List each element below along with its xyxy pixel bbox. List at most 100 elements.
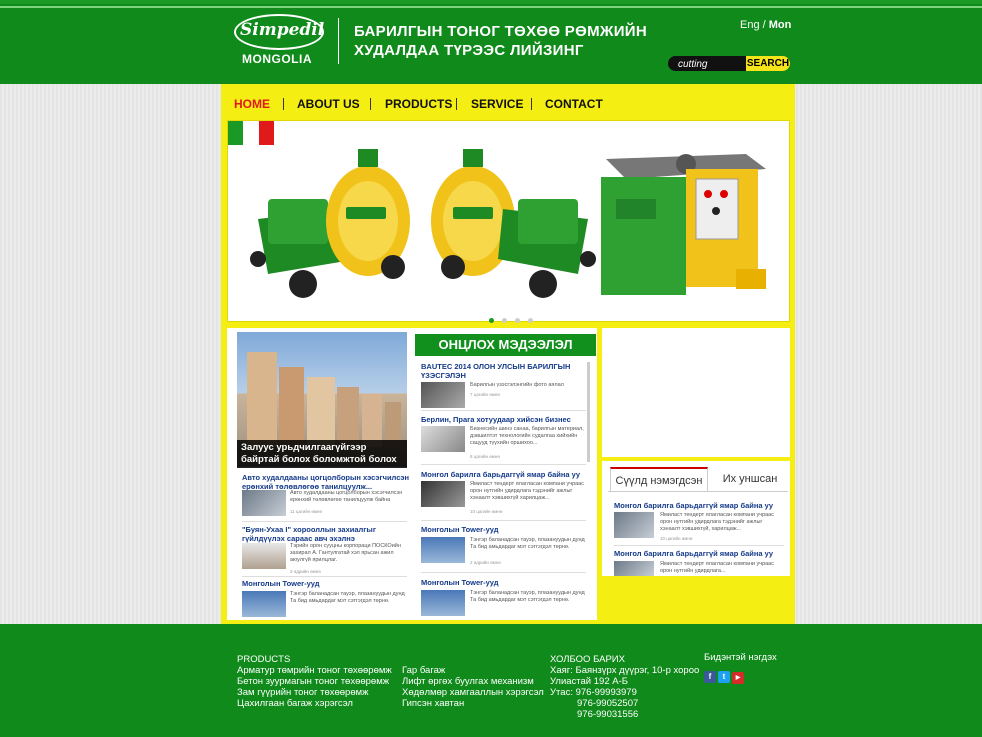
news-excerpt: Тэрийн орон сууцны корпораци ПОСКОийн за… [290,543,401,563]
news-title[interactable]: Монголын Tower-ууд [421,525,591,534]
news-divider [421,410,586,411]
tagline-line-1: БАРИЛГЫН ТОНОГ ТӨХӨӨ РӨМЖИЙН [354,23,648,40]
slider-dot-2[interactable] [502,318,507,323]
site-tagline: БАРИЛГЫН ТОНОГ ТӨХӨӨ РӨМЖИЙН ХУДАЛДАА ТҮ… [354,22,654,60]
news-divider [242,576,407,577]
footer-products: PRODUCTS Арматур төмрийн тоног төхөөрөмж… [237,654,392,709]
nav-products[interactable]: PRODUCTS [385,97,452,111]
news-divider [421,520,586,521]
sidebar-tabs-panel: Сүүлд нэмэгдсэн Их уншсан Монгол барилга… [602,461,790,576]
news-item[interactable]: Монгол барилга барьдаггүй ямар байна уу [614,549,784,558]
news-title[interactable]: Монголын Tower-ууд [242,579,412,588]
news-date: 8 цагийн өмнө [470,454,500,459]
news-thumbnail[interactable] [614,561,654,576]
news-title[interactable]: "Буян-Ухаа I" хорооллын захиалгыг гүйлдү… [242,525,412,543]
site-footer: PRODUCTS Арматур төмрийн тоног төхөөрөмж… [0,624,982,737]
search-input[interactable] [668,56,748,71]
news-scrollbar[interactable] [587,362,590,462]
news-item[interactable]: Монголын Tower-ууд [421,578,591,587]
news-thumbnail[interactable] [421,590,465,616]
news-excerpt: Ямиласт тендерт ялагласан компани учраас… [470,481,584,501]
news-item[interactable]: Монголын Tower-ууд [242,579,412,588]
contact-address-2: Улиастай 192 А-Б [550,676,628,687]
news-item[interactable]: "Буян-Ухаа I" хорооллын захиалгыг гүйлдү… [242,525,412,543]
product-slider[interactable] [227,120,790,323]
news-title[interactable]: Монгол барилга барьдаггүй ямар байна уу [614,549,784,558]
featured-news-header: ОНЦЛОХ МЭДЭЭЛЭЛ [415,334,596,356]
news-divider [242,521,407,522]
footer-products-2: Гар багаж Лифт өргөх буулгах механизм Хө… [402,665,544,709]
youtube-icon[interactable]: ▶ [732,672,744,684]
rebar-bender-machine [601,154,766,295]
news-thumbnail[interactable] [242,490,286,516]
header-divider [338,18,339,64]
footer-link[interactable]: Бетон зуурмагын тоног төхөөрөмж [237,676,392,687]
news-excerpt: Тэнгэр баланадсан тауэр, плазануудын дун… [470,590,585,603]
news-item[interactable]: Монгол барилга барьдаггүй ямар байна уу [614,501,784,510]
news-excerpt: Ямиласт тендерт ялагласан компани учраас… [660,561,774,574]
news-date: 11 цагийн өмнө [290,509,322,514]
news-item[interactable]: BAUTEC 2014 ОЛОН УЛСЫН БАРИЛГЫН ҮЗЭСГЭЛЭ… [421,362,591,380]
nav-about-us[interactable]: ABOUT US [297,97,360,111]
contact-phone: Утас: 976-99993979 [550,687,637,698]
social-links: f t ▶ [704,666,746,684]
news-title[interactable]: Монголын Tower-ууд [421,578,591,587]
lang-english-link[interactable]: Eng [740,19,760,31]
news-thumbnail[interactable] [421,382,465,408]
feature-caption[interactable]: Залуус урьдчилгаагүйгээр байртай болох б… [237,440,407,477]
news-excerpt: Авто худалдааны цогцолборын хэсэгчилсэн … [290,490,403,503]
lang-mongolian-link[interactable]: Mon [769,19,792,31]
slider-dots [489,310,541,328]
footer-link[interactable]: Хөдөлмөр хамгааллын хэрэгсэл [402,687,544,698]
slider-dot-3[interactable] [515,318,520,323]
news-title[interactable]: Авто худалдааны цогцолборын хэсэгчилсэн … [242,473,412,491]
news-excerpt: Бизнесийн шинэ санаа, барилгын материал,… [470,426,584,446]
news-excerpt: Тэнгэр баланадсан тауэр, плазануудын дун… [470,537,585,550]
news-item[interactable]: Монголын Tower-ууд [421,525,591,534]
news-date: 7 цагийн өмнө [470,392,500,397]
contact-phone-3: 976-99031556 [577,709,639,720]
news-divider [614,545,784,546]
tab-latest[interactable]: Сүүлд нэмэгдсэн [610,467,708,491]
news-item[interactable]: Монгол барилга барьдаггүй ямар байна уу [421,470,591,479]
news-date: 3 өдрийн өмнө [290,569,321,574]
nav-home[interactable]: HOME [234,97,270,111]
news-excerpt: Ямиласт тендерт ялагласан компани учраас… [660,512,774,532]
footer-link[interactable]: Лифт өргөх буулгах механизм [402,676,544,687]
footer-contact: ХОЛБОО БАРИХ Хаяг: Баянзүрх дүүрэг, 10-р… [550,654,699,720]
language-switcher: Eng / Mon [740,19,791,31]
slider-dot-4[interactable] [528,318,533,323]
footer-products-title: PRODUCTS [237,654,291,665]
news-date: 2 өдрийн өмнө [470,560,501,565]
news-title[interactable]: Монгол барилга барьдаггүй ямар байна уу [421,470,591,479]
news-thumbnail[interactable] [421,537,465,563]
news-item[interactable]: Авто худалдааны цогцолборын хэсэгчилсэн … [242,473,412,491]
footer-link[interactable]: Арматур төмрийн тоног төхөөрөмж [237,665,392,676]
twitter-icon[interactable]: t [718,671,730,683]
news-thumbnail[interactable] [242,591,286,617]
nav-service[interactable]: SERVICE [471,97,523,111]
news-thumbnail[interactable] [421,426,465,452]
logo-text: Simpedil [240,20,325,40]
search-button[interactable]: SEARCH [746,56,790,71]
simpedil-logo[interactable]: Simpedil MONGOLIA [234,14,326,66]
news-title[interactable]: BAUTEC 2014 ОЛОН УЛСЫН БАРИЛГЫН ҮЗЭСГЭЛЭ… [421,362,591,380]
tab-most-read[interactable]: Их уншсан [710,467,790,491]
nav-contact[interactable]: CONTACT [545,97,603,111]
news-thumbnail[interactable] [421,481,465,507]
footer-link[interactable]: Цахилгаан багаж хэрэгсэл [237,698,392,709]
footer-social-title: Бидэнтэй нэгдэх [704,652,777,663]
contact-address: Хаяг: Баянзүрх дүүрэг, 10-р хороо [550,665,700,676]
news-thumbnail[interactable] [614,512,654,538]
news-excerpt: Барилгын үзэсгэлэнгийн фото аялал [470,382,564,388]
facebook-icon[interactable]: f [704,671,716,683]
footer-link[interactable]: Гипсэн хавтан [402,698,544,709]
footer-link[interactable]: Зам гүүрийн тоног төхөөрөмж [237,687,392,698]
slider-dot-1[interactable] [489,318,494,323]
news-thumbnail[interactable] [242,543,286,569]
news-title[interactable]: Монгол барилга барьдаггүй ямар байна уу [614,501,784,510]
news-panel: Залуус урьдчилгаагүйгээр байртай болох б… [227,328,597,620]
footer-link[interactable]: Гар багаж [402,665,544,676]
footer-contact-title: ХОЛБОО БАРИХ [550,654,625,665]
nav-separator [531,98,532,110]
